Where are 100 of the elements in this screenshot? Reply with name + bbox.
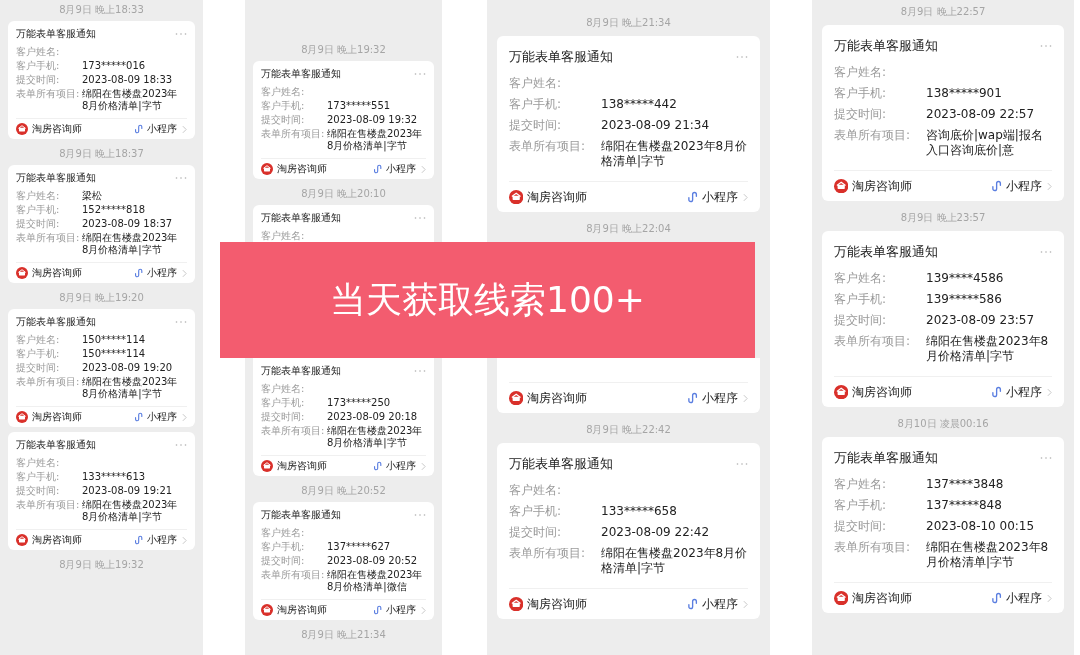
link-icon bbox=[134, 412, 144, 422]
message-card[interactable]: 万能表单客服通知 客户姓名: 梁松 客户手机: 152*****818 提交时间: 2023-08-09 18:37 表单所有项目: 绵阳在售楼盘2023年8月价格清单|字节 淘房咨询师 小程序 bbox=[8, 165, 195, 283]
field-value: 绵阳在售楼盘2023年8月价格清单|字节 bbox=[926, 334, 1050, 364]
message-card[interactable]: 万能表单客服通知 客户姓名: 139****4586 客户手机: 139*****586 提交时间: 2023-08-09 23:57 表单所有项目: 绵阳在售楼盘2023年8月价格清单|字节 淘房咨询师 小程序 bbox=[822, 231, 1064, 407]
field-label: 表单所有项目: bbox=[16, 376, 81, 389]
logo-icon bbox=[834, 178, 849, 194]
message-card[interactable]: 万能表单客服通知 客户姓名: 客户手机: 173*****016 提交时间: 2023-08-09 18:33 表单所有项目: 绵阳在售楼盘2023年8月价格清单|字节 淘房咨询师 小程序 bbox=[8, 21, 195, 139]
field-value: 绵阳在售楼盘2023年8月价格清单|字节 bbox=[82, 499, 179, 523]
message-card[interactable]: 万能表单客服通知 客户姓名: 客户手机: 173*****250 提交时间: 2023-08-09 20:18 表单所有项目: 绵阳在售楼盘2023年8月价格清单|字节 淘房咨询师 小程序 bbox=[253, 358, 434, 476]
mini-program-link[interactable]: 小程序 bbox=[702, 595, 738, 613]
field-value: 绵阳在售楼盘2023年8月价格清单|字节 bbox=[327, 128, 424, 152]
field-label: 客户姓名: bbox=[834, 65, 888, 80]
more-icon[interactable] bbox=[1040, 456, 1052, 460]
mini-program-link[interactable]: 小程序 bbox=[147, 410, 177, 424]
field-label: 客户姓名: bbox=[509, 76, 563, 91]
field-label: 客户手机: bbox=[834, 86, 888, 101]
field-label: 客户姓名: bbox=[261, 230, 306, 242]
field-label: 表单所有项目: bbox=[261, 425, 326, 438]
more-icon[interactable] bbox=[1040, 250, 1052, 254]
more-icon[interactable] bbox=[736, 462, 748, 466]
mini-program-link[interactable]: 小程序 bbox=[386, 459, 416, 473]
message-card[interactable]: 万能表单客服通知 客户姓名: 150*****114 客户手机: 150*****114 提交时间: 2023-08-09 19:20 表单所有项目: 绵阳在售楼盘2023年8月价格清单|字节 淘房咨询师 小程序 bbox=[8, 309, 195, 427]
mini-program-link[interactable]: 小程序 bbox=[386, 603, 416, 617]
message-card[interactable]: 万能表单客服通知 客户姓名: 客户手机: 138*****901 提交时间: 2023-08-09 22:57 表单所有项目: 咨询底价|wap端|报名入口咨询底价|意 淘房咨询师 小程序 bbox=[822, 25, 1064, 201]
field-value: 梁松 bbox=[82, 190, 102, 202]
field-label: 客户姓名: bbox=[834, 271, 888, 286]
message-card[interactable]: 万能表单客服通知 客户姓名: 137****3848 客户手机: 137*****848 提交时间: 2023-08-10 00:15 表单所有项目: 绵阳在售楼盘2023年8月价格清单|字节 淘房咨询师 小程序 bbox=[822, 437, 1064, 613]
promo-banner: 当天获取线索100+ bbox=[220, 242, 755, 358]
field-value: 150*****114 bbox=[82, 334, 146, 346]
chevron-icon bbox=[421, 605, 426, 615]
field-label: 表单所有项目: bbox=[509, 139, 587, 155]
field-value: 绵阳在售楼盘2023年8月价格清单|字节 bbox=[82, 232, 179, 256]
account-name: 淘房咨询师 bbox=[32, 410, 82, 424]
message-card[interactable]: 万能表单客服通知 客户姓名: 客户手机: 138*****442 提交时间: 2023-08-09 21:34 表单所有项目: 绵阳在售楼盘2023年8月价格清单|字节 淘房咨询师 小程序 bbox=[497, 36, 760, 212]
field-label: 客户姓名: bbox=[834, 477, 888, 492]
logo-icon bbox=[16, 411, 28, 423]
more-icon[interactable] bbox=[175, 320, 187, 324]
field-label: 客户姓名: bbox=[16, 46, 61, 58]
field-value: 138*****901 bbox=[926, 86, 1002, 101]
mini-program-link[interactable]: 小程序 bbox=[702, 188, 738, 206]
field-label: 客户手机: bbox=[261, 397, 306, 409]
mini-program-link[interactable]: 小程序 bbox=[1006, 177, 1042, 195]
field-label: 提交时间: bbox=[16, 485, 61, 497]
link-icon bbox=[373, 164, 383, 174]
field-label: 客户手机: bbox=[261, 541, 306, 553]
message-card[interactable]: 淘房咨询师 小程序 bbox=[497, 358, 760, 413]
logo-icon bbox=[261, 460, 273, 472]
link-icon bbox=[134, 535, 144, 545]
more-icon[interactable] bbox=[736, 55, 748, 59]
link-icon bbox=[373, 605, 383, 615]
mini-program-link[interactable]: 小程序 bbox=[1006, 589, 1042, 607]
message-card[interactable]: 万能表单客服通知 客户姓名: 客户手机: 133*****613 提交时间: 2023-08-09 19:21 表单所有项目: 绵阳在售楼盘2023年8月价格清单|字节 淘房咨询师 小程序 bbox=[8, 432, 195, 550]
field-value: 绵阳在售楼盘2023年8月价格清单|字节 bbox=[601, 546, 748, 576]
field-label: 表单所有项目: bbox=[16, 232, 81, 245]
more-icon[interactable] bbox=[414, 216, 426, 220]
card-title: 万能表单客服通知 bbox=[16, 171, 96, 185]
card-title: 万能表单客服通知 bbox=[834, 449, 938, 467]
mini-program-link[interactable]: 小程序 bbox=[1006, 383, 1042, 401]
field-value: 绵阳在售楼盘2023年8月价格清单|字节 bbox=[82, 88, 179, 112]
link-icon bbox=[687, 191, 699, 203]
field-label: 提交时间: bbox=[16, 362, 61, 374]
logo-icon bbox=[834, 590, 849, 606]
chevron-icon bbox=[421, 164, 426, 174]
account-name: 淘房咨询师 bbox=[277, 603, 327, 617]
field-label: 客户姓名: bbox=[261, 383, 306, 395]
more-icon[interactable] bbox=[175, 32, 187, 36]
more-icon[interactable] bbox=[414, 72, 426, 76]
card-title: 万能表单客服通知 bbox=[16, 27, 96, 41]
logo-icon bbox=[509, 390, 524, 406]
more-icon[interactable] bbox=[175, 176, 187, 180]
mini-program-link[interactable]: 小程序 bbox=[702, 389, 738, 407]
link-icon bbox=[687, 392, 699, 404]
field-value: 138*****442 bbox=[601, 97, 677, 112]
field-label: 提交时间: bbox=[834, 519, 888, 534]
field-label: 客户手机: bbox=[16, 60, 61, 72]
logo-icon bbox=[16, 534, 28, 546]
field-label: 表单所有项目: bbox=[834, 128, 912, 144]
more-icon[interactable] bbox=[414, 513, 426, 517]
message-card[interactable]: 万能表单客服通知 客户姓名: bbox=[253, 205, 434, 242]
field-label: 提交时间: bbox=[509, 525, 563, 540]
card-title: 万能表单客服通知 bbox=[834, 37, 938, 55]
mini-program-link[interactable]: 小程序 bbox=[386, 162, 416, 176]
field-label: 表单所有项目: bbox=[16, 499, 81, 512]
card-title: 万能表单客服通知 bbox=[261, 67, 341, 81]
mini-program-link[interactable]: 小程序 bbox=[147, 533, 177, 547]
card-title: 万能表单客服通知 bbox=[261, 364, 341, 378]
field-label: 表单所有项目: bbox=[834, 334, 912, 350]
more-icon[interactable] bbox=[175, 443, 187, 447]
mini-program-link[interactable]: 小程序 bbox=[147, 266, 177, 280]
field-value: 2023-08-09 22:57 bbox=[926, 107, 1035, 122]
more-icon[interactable] bbox=[414, 369, 426, 373]
field-value: 咨询底价|wap端|报名入口咨询底价|意 bbox=[926, 128, 1044, 158]
more-icon[interactable] bbox=[1040, 44, 1052, 48]
mini-program-link[interactable]: 小程序 bbox=[147, 122, 177, 136]
message-card[interactable]: 万能表单客服通知 客户姓名: 客户手机: 173*****551 提交时间: 2023-08-09 19:32 表单所有项目: 绵阳在售楼盘2023年8月价格清单|字节 淘房咨询师 小程序 bbox=[253, 61, 434, 179]
field-value: 绵阳在售楼盘2023年8月价格清单|微信 bbox=[327, 569, 424, 593]
message-card[interactable]: 万能表单客服通知 客户姓名: 客户手机: 137*****627 提交时间: 2023-08-09 20:52 表单所有项目: 绵阳在售楼盘2023年8月价格清单|微信 淘房咨询师 小程序 bbox=[253, 502, 434, 620]
field-value: 绵阳在售楼盘2023年8月价格清单|字节 bbox=[327, 425, 424, 449]
link-icon bbox=[373, 461, 383, 471]
message-card[interactable]: 万能表单客服通知 客户姓名: 客户手机: 133*****658 提交时间: 2023-08-09 22:42 表单所有项目: 绵阳在售楼盘2023年8月价格清单|字节 淘房咨询师 小程序 bbox=[497, 443, 760, 619]
